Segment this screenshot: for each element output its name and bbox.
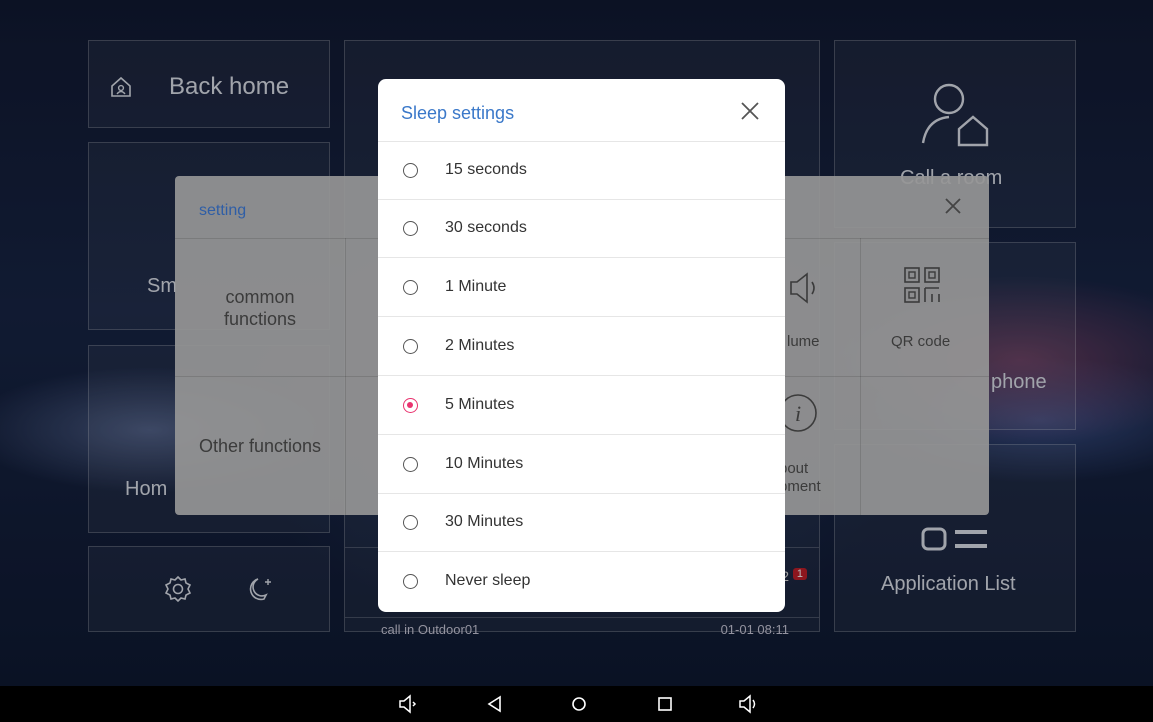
navigation-bar: [0, 686, 1153, 722]
qr-code-item-label[interactable]: QR code: [891, 333, 950, 351]
radio-button[interactable]: [403, 515, 418, 530]
radio-button[interactable]: [403, 163, 418, 178]
sleep-option[interactable]: 1 Minute: [378, 259, 785, 317]
recents-icon[interactable]: [654, 694, 676, 714]
sleep-option-label: 30 seconds: [445, 219, 527, 236]
radio-button[interactable]: [403, 398, 418, 413]
close-icon[interactable]: [739, 100, 761, 122]
sleep-option-label: Never sleep: [445, 572, 531, 589]
sleep-option[interactable]: 10 Minutes: [378, 436, 785, 494]
sleep-option[interactable]: 2 Minutes: [378, 318, 785, 376]
radio-button[interactable]: [403, 280, 418, 295]
settings-side-other[interactable]: Other functions: [175, 435, 345, 457]
volume-up-icon[interactable]: [738, 694, 760, 714]
sleep-option[interactable]: 30 Minutes: [378, 494, 785, 552]
radio-button[interactable]: [403, 457, 418, 472]
radio-button[interactable]: [403, 574, 418, 589]
sleep-settings-dialog: Sleep settings 15 seconds 30 seconds 1 M…: [378, 79, 785, 612]
settings-side-common[interactable]: common functions: [200, 286, 320, 330]
sleep-option-label: 5 Minutes: [445, 396, 515, 413]
volume-icon: [790, 272, 815, 304]
home-button-icon[interactable]: [568, 694, 590, 714]
back-icon[interactable]: [484, 694, 506, 714]
settings-title: setting: [199, 202, 247, 219]
radio-button[interactable]: [403, 221, 418, 236]
sleep-option[interactable]: 5 Minutes: [378, 377, 785, 435]
qr-code-icon: [904, 267, 940, 303]
about-item-label[interactable]: bout pment: [779, 460, 821, 496]
sleep-option-label: 2 Minutes: [445, 337, 515, 354]
divider: [860, 238, 861, 515]
volume-item-label[interactable]: lume: [787, 333, 820, 351]
sleep-options-list: 15 seconds 30 seconds 1 Minute 2 Minutes…: [378, 142, 785, 612]
sleep-option-label: 1 Minute: [445, 278, 507, 295]
settings-close-icon[interactable]: [941, 194, 965, 218]
sleep-option-label: 10 Minutes: [445, 455, 524, 472]
sleep-dialog-title: Sleep settings: [401, 103, 515, 123]
sleep-option-label: 30 Minutes: [445, 513, 524, 530]
divider: [345, 238, 346, 515]
radio-button[interactable]: [403, 339, 418, 354]
volume-down-icon[interactable]: [398, 694, 420, 714]
svg-text:i: i: [795, 401, 801, 426]
sleep-option[interactable]: 15 seconds: [378, 142, 785, 200]
sleep-option[interactable]: 30 seconds: [378, 200, 785, 258]
sleep-option[interactable]: Never sleep: [378, 553, 785, 611]
sleep-option-label: 15 seconds: [445, 161, 527, 178]
